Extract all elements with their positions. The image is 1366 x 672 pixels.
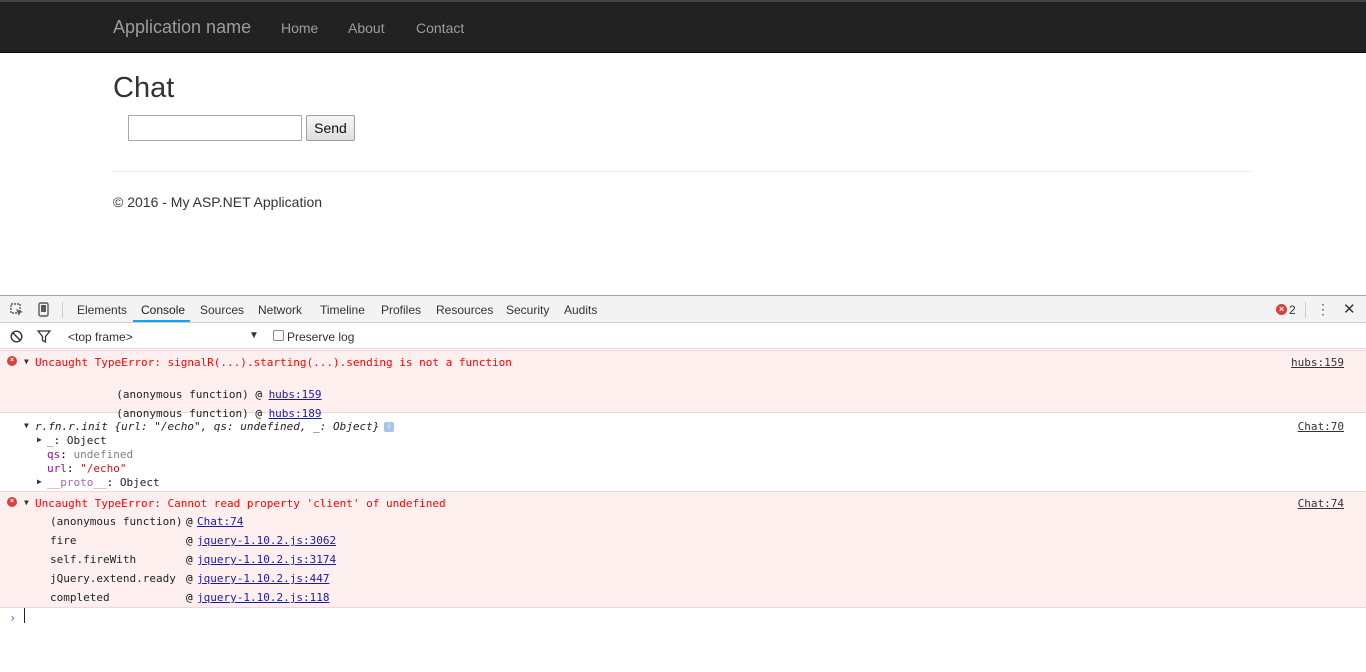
stack-frame-name: jQuery.extend.ready (50, 572, 176, 585)
console-error-message: × ▼ Uncaught TypeError: Cannot read prop… (0, 491, 1366, 608)
console-error-message: × ▼ Uncaught TypeError: signalR(...).sta… (0, 350, 1366, 420)
error-icon: × (7, 497, 17, 507)
stack-frame-name: (anonymous function) (50, 515, 183, 528)
active-tab-indicator (133, 320, 190, 322)
tab-elements[interactable]: Elements (77, 303, 127, 317)
stack-at: @ (186, 553, 193, 566)
stack-at: @ (186, 591, 193, 604)
footer-text: © 2016 - My ASP.NET Application (113, 194, 323, 210)
brand-link[interactable]: Application name (113, 17, 251, 38)
stack-frame-name: self.fireWith (50, 553, 137, 566)
tab-resources[interactable]: Resources (436, 303, 493, 317)
preserve-log-label[interactable]: Preserve log (287, 330, 354, 344)
tab-network[interactable]: Network (258, 303, 302, 317)
source-link[interactable]: Chat:74 (1298, 497, 1344, 510)
tab-timeline[interactable]: Timeline (320, 303, 365, 317)
more-options-icon[interactable]: ⋮ (1316, 301, 1330, 318)
footer-divider (113, 171, 1252, 172)
stack-link[interactable]: jquery-1.10.2.js:118 (197, 591, 329, 604)
stack-link[interactable]: jquery-1.10.2.js:3174 (197, 553, 336, 566)
error-text: Uncaught TypeError: signalR(...).startin… (35, 356, 512, 369)
stack-at: @ (186, 572, 193, 585)
stack-frame-name: completed (50, 591, 110, 604)
console-log-message: ▼ r.fn.r.init {url: "/echo", qs: undefin… (0, 415, 1366, 491)
tab-security[interactable]: Security (506, 303, 549, 317)
close-devtools-icon[interactable]: ✕ (1343, 300, 1356, 318)
clear-console-icon[interactable] (10, 330, 23, 345)
error-icon: × (7, 356, 17, 366)
toolbar-separator (1305, 302, 1306, 318)
console-prompt-icon: › (9, 611, 17, 625)
nav-link-home[interactable]: Home (281, 20, 318, 36)
inspect-element-icon[interactable] (10, 303, 24, 319)
expand-triangle-icon[interactable]: ▼ (24, 421, 29, 430)
message-input[interactable] (128, 115, 302, 141)
devtools-panel: Elements Console Sources Network Timelin… (0, 295, 1366, 672)
chevron-down-icon[interactable]: ▼ (249, 330, 259, 341)
frame-selector[interactable]: <top frame> (68, 330, 133, 344)
browser-window: Application name Home About Contact Chat… (0, 0, 1366, 672)
error-text: Uncaught TypeError: Cannot read property… (35, 497, 446, 510)
source-link[interactable]: hubs:159 (1291, 356, 1344, 369)
object-property: url: "/echo" (47, 462, 127, 475)
stack-at: @ (186, 534, 193, 547)
toolbar-separator (62, 302, 63, 318)
source-link[interactable]: Chat:70 (1298, 420, 1344, 433)
console-input[interactable] (24, 608, 25, 623)
stack-link[interactable]: jquery-1.10.2.js:3062 (197, 534, 336, 547)
stack-at: @ (186, 515, 193, 528)
tab-profiles[interactable]: Profiles (381, 303, 421, 317)
info-icon[interactable]: i (384, 422, 394, 432)
send-button[interactable]: Send (306, 115, 355, 141)
collapsed-triangle-icon[interactable]: ▶ (37, 435, 42, 444)
expand-triangle-icon[interactable]: ▼ (24, 357, 29, 366)
tab-audits[interactable]: Audits (564, 303, 597, 317)
stack-link[interactable]: Chat:74 (197, 515, 243, 528)
console-output: × ▼ Uncaught TypeError: signalR(...).sta… (0, 349, 1366, 672)
device-mode-icon[interactable] (38, 302, 49, 319)
stack-link[interactable]: jquery-1.10.2.js:447 (197, 572, 329, 585)
site-navbar: Application name Home About Contact (0, 0, 1366, 53)
console-filter-bar: <top frame> ▼ Preserve log (0, 323, 1366, 349)
object-property: _: Object (47, 434, 107, 447)
collapsed-triangle-icon[interactable]: ▶ (37, 477, 42, 486)
error-count-icon[interactable]: × (1276, 304, 1287, 315)
tab-console[interactable]: Console (141, 303, 185, 317)
filter-icon[interactable] (36, 330, 52, 345)
object-property: __proto__: Object (47, 476, 160, 489)
object-property: qs: undefined (47, 448, 134, 461)
devtools-toolbar: Elements Console Sources Network Timelin… (0, 296, 1366, 323)
nav-link-about[interactable]: About (348, 20, 385, 36)
expand-triangle-icon[interactable]: ▼ (24, 498, 29, 507)
nav-link-contact[interactable]: Contact (416, 20, 464, 36)
page-title: Chat (113, 72, 175, 104)
preserve-log-checkbox[interactable] (273, 330, 284, 341)
object-summary[interactable]: r.fn.r.init {url: "/echo", qs: undefined… (35, 420, 379, 433)
tab-sources[interactable]: Sources (200, 303, 244, 317)
error-count[interactable]: 2 (1289, 303, 1296, 317)
stack-frame-name: fire (50, 534, 77, 547)
